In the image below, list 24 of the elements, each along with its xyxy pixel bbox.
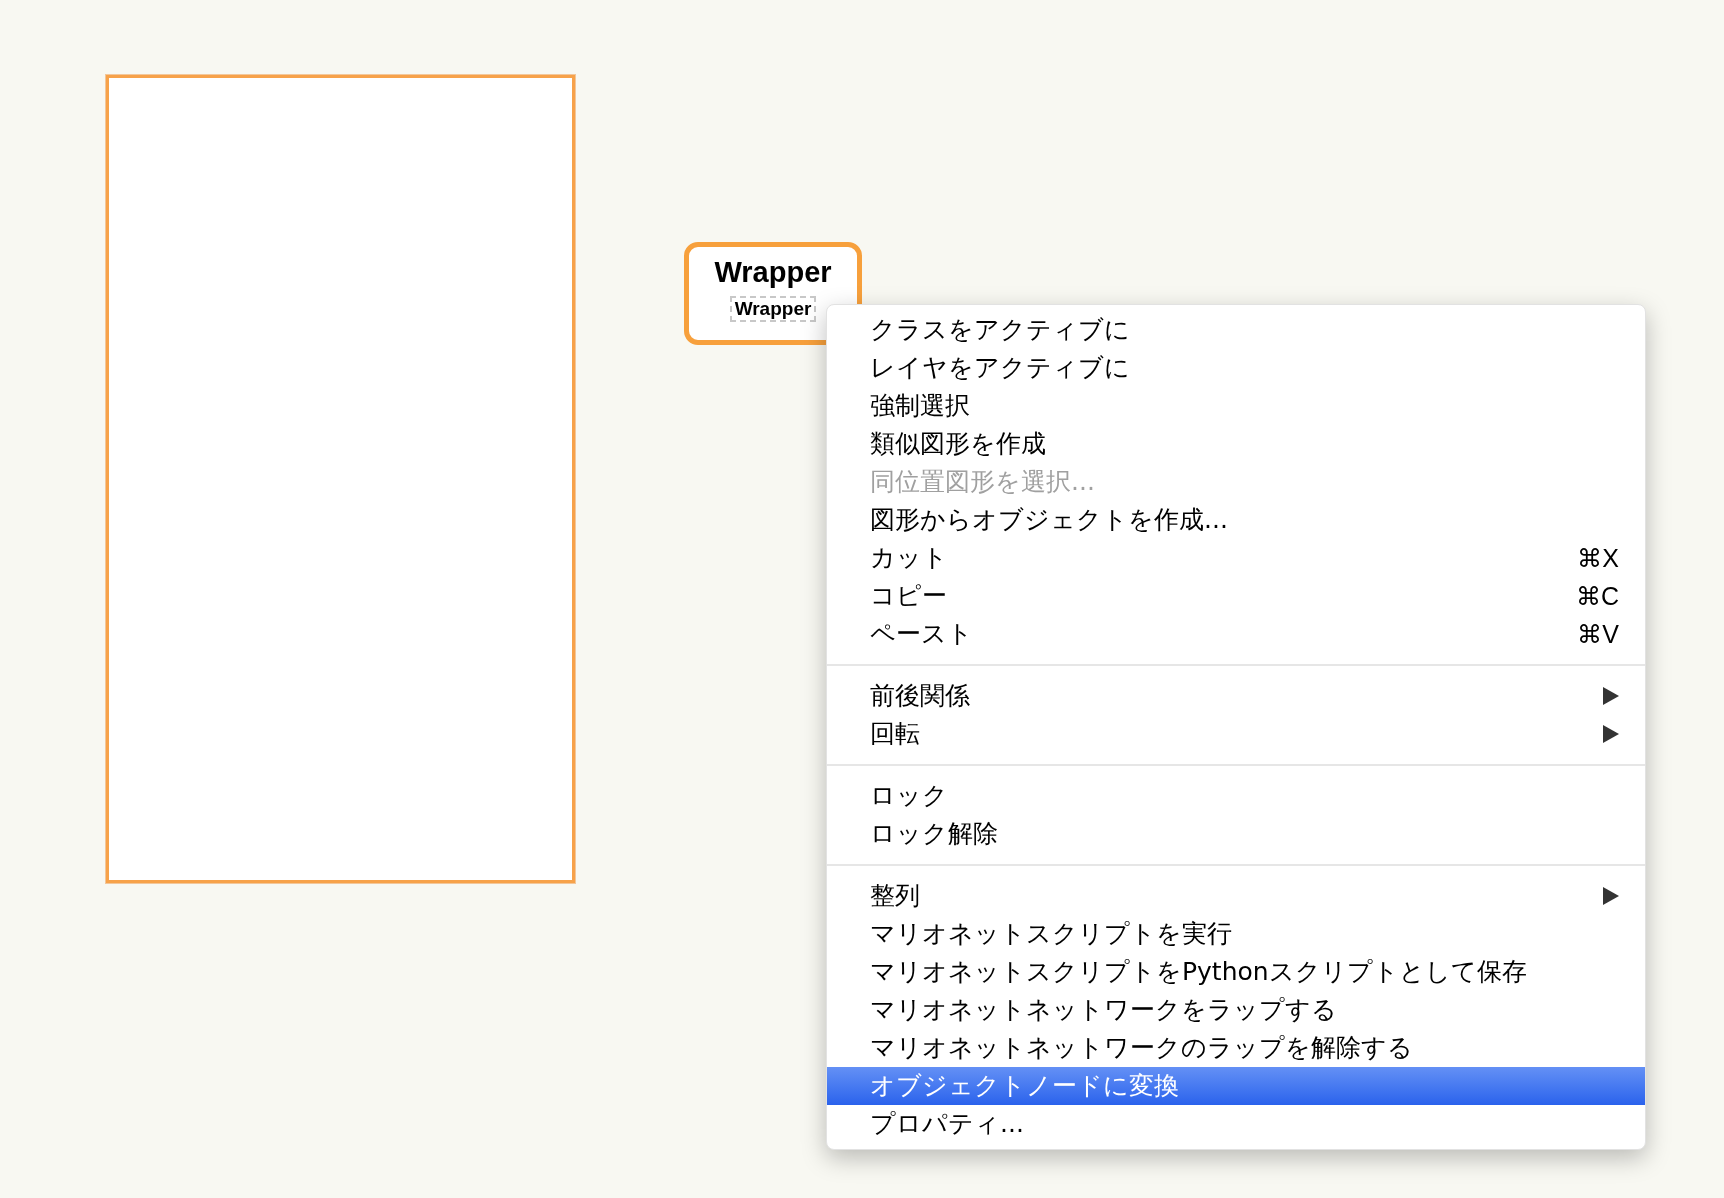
menu-item[interactable]: マリオネットネットワークのラップを解除する <box>827 1029 1645 1067</box>
menu-item[interactable]: ペースト ⌘V <box>827 615 1645 653</box>
menu-item[interactable]: マリオネットネットワークをラップする <box>827 991 1645 1029</box>
menu-item[interactable]: 図形からオブジェクトを作成... <box>827 501 1645 539</box>
menu-item[interactable]: 強制選択 <box>827 387 1645 425</box>
shortcut-label: ⌘X <box>1577 543 1619 574</box>
menu-item[interactable]: 整列 <box>827 877 1645 915</box>
menu-item[interactable]: プロパティ... <box>827 1105 1645 1143</box>
menu-item[interactable]: コピー ⌘C <box>827 577 1645 615</box>
menu-item[interactable]: マリオネットスクリプトをPythonスクリプトとして保存 <box>827 953 1645 991</box>
menu-item[interactable]: ロック解除 <box>827 815 1645 853</box>
menu-item[interactable]: レイヤをアクティブに <box>827 349 1645 387</box>
menu-item[interactable]: 類似図形を作成 <box>827 425 1645 463</box>
menu-item[interactable]: マリオネットスクリプトを実行 <box>827 915 1645 953</box>
menu-item[interactable]: 回転 <box>827 715 1645 753</box>
node-title: Wrapper <box>714 255 832 290</box>
shortcut-label: ⌘C <box>1575 581 1619 612</box>
menu-item[interactable]: カット ⌘X <box>827 539 1645 577</box>
menu-item[interactable]: 前後関係 <box>827 677 1645 715</box>
node-port-label: Wrapper <box>729 296 817 322</box>
shortcut-label: ⌘V <box>1577 619 1619 650</box>
wrapper-node[interactable]: Wrapper Wrapper <box>684 242 862 345</box>
menu-item[interactable]: オブジェクトノードに変換 <box>827 1067 1645 1105</box>
menu-item[interactable]: ロック <box>827 777 1645 815</box>
